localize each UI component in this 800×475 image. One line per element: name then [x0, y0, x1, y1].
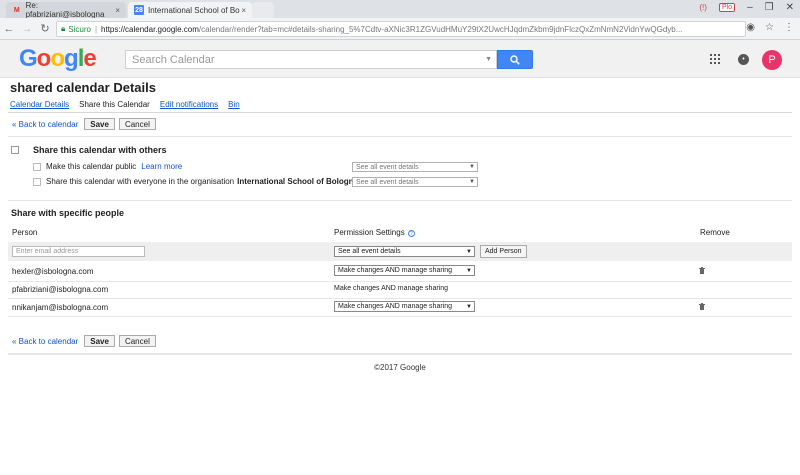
- reload-icon[interactable]: ↻: [36, 22, 54, 35]
- browser-tab-gmail[interactable]: M Re: pfabriziani@isbologna ×: [6, 1, 126, 19]
- apps-grid-icon[interactable]: [710, 54, 720, 64]
- permission-select[interactable]: Make changes AND manage sharing ▼: [334, 265, 475, 276]
- org-share-label: Share this calendar with everyone in the…: [46, 177, 235, 186]
- browser-tab-calendar[interactable]: 28 International School of Bo ×: [128, 2, 252, 18]
- org-share-row: Share this calendar with everyone in the…: [33, 177, 358, 186]
- secure-label: Sicuro: [68, 24, 91, 34]
- forward-arrow-icon[interactable]: →: [18, 23, 36, 35]
- trash-icon[interactable]: [699, 303, 705, 310]
- share-others-row: Share this calendar with others: [11, 145, 167, 155]
- divider: [8, 200, 792, 201]
- divider: [8, 136, 792, 137]
- cancel-button[interactable]: Cancel: [118, 335, 156, 347]
- back-arrow-icon[interactable]: ←: [0, 23, 18, 35]
- window-controls: (!) Plo – ❐ ✕: [699, 2, 794, 13]
- address-toolbar: ← → ↻ 🔒︎ Sicuro | https://calendar.googl…: [0, 18, 800, 40]
- org-share-checkbox[interactable]: [33, 177, 41, 186]
- back-to-calendar-link[interactable]: « Back to calendar: [12, 337, 78, 346]
- col-permission: Permission Settings?: [334, 228, 415, 237]
- divider: [8, 353, 792, 355]
- table-row-email: hexler@isbologna.com: [12, 267, 94, 276]
- toolbar-icons: ◉ ☆ ⋮: [746, 22, 794, 33]
- browser-tab-bar: M Re: pfabriziani@isbologna × 28 Interna…: [0, 0, 800, 19]
- url-separator: |: [94, 24, 98, 34]
- email-field[interactable]: Enter email address: [12, 246, 145, 257]
- lock-icon: 🔒︎: [61, 24, 66, 33]
- table-row-email: nnikanjam@isbologna.com: [12, 303, 109, 312]
- tab-calendar-details[interactable]: Calendar Details: [10, 100, 69, 109]
- row-divider: [8, 298, 792, 299]
- specific-heading: Share with specific people: [11, 208, 125, 218]
- search-button[interactable]: [497, 50, 533, 69]
- browser-tab-label: International School of Bo: [148, 5, 240, 15]
- url-host: https://calendar.google.com: [101, 24, 199, 34]
- org-name: International School of Bologna: [237, 177, 359, 186]
- row-divider: [8, 316, 792, 317]
- search-icon: [510, 54, 520, 65]
- google-logo[interactable]: Google: [19, 45, 97, 73]
- google-header: Google Search Calendar ▼: [0, 40, 800, 78]
- menu-dots-icon[interactable]: ⋮: [784, 22, 794, 33]
- tab-bin[interactable]: Bin: [228, 100, 240, 109]
- star-icon[interactable]: ☆: [765, 22, 774, 33]
- permission-text: Make changes AND manage sharing: [334, 285, 449, 292]
- tab-share-this-calendar[interactable]: Share this Calendar: [79, 100, 150, 109]
- trash-icon[interactable]: [699, 267, 705, 274]
- specific-heading-row: Share with specific people: [11, 208, 124, 218]
- page-title: shared calendar Details: [10, 80, 156, 95]
- avatar[interactable]: P: [762, 50, 782, 70]
- close-icon[interactable]: ×: [115, 6, 120, 15]
- close-icon[interactable]: ×: [241, 6, 246, 15]
- search-placeholder: Search Calendar: [132, 53, 215, 66]
- gmail-icon: M: [13, 6, 20, 14]
- add-person-button[interactable]: Add Person: [480, 245, 527, 258]
- new-tab-button[interactable]: [252, 2, 274, 18]
- share-others-heading: Share this calendar with others: [33, 145, 167, 155]
- chevron-down-icon: ▼: [469, 164, 475, 170]
- back-to-calendar-link[interactable]: « Back to calendar: [12, 120, 78, 129]
- search-input[interactable]: Search Calendar ▼: [125, 50, 497, 69]
- bottom-actions: « Back to calendar Save Cancel: [12, 335, 156, 347]
- url-path: /calendar/render?tab=mc#details-sharing_…: [198, 24, 683, 34]
- chevron-down-icon: ▼: [466, 248, 472, 255]
- row-divider: [8, 281, 792, 282]
- share-others-checkbox[interactable]: [11, 146, 19, 154]
- public-permission-select[interactable]: See all event details ▼: [352, 162, 478, 172]
- save-button[interactable]: Save: [84, 118, 115, 130]
- chevron-down-icon: ▼: [469, 179, 475, 185]
- notifications-bell-icon[interactable]: •: [738, 54, 749, 65]
- make-public-label: Make this calendar public: [46, 162, 137, 171]
- col-remove: Remove: [700, 228, 730, 237]
- top-actions: « Back to calendar Save Cancel: [12, 118, 156, 130]
- cancel-button[interactable]: Cancel: [118, 118, 156, 130]
- make-public-checkbox[interactable]: [33, 162, 41, 171]
- url-bar[interactable]: 🔒︎ Sicuro | https://calendar.google.com /…: [56, 21, 746, 37]
- table-row-email: pfabriziani@isbologna.com: [12, 285, 109, 294]
- save-button[interactable]: Save: [84, 335, 115, 347]
- chevron-down-icon: ▼: [466, 267, 472, 274]
- details-tabs: Calendar Details Share this Calendar Edi…: [10, 100, 240, 109]
- make-public-row: Make this calendar public Learn more: [33, 162, 182, 171]
- eye-icon[interactable]: ◉: [746, 22, 755, 33]
- browser-tab-label: Re: pfabriziani@isbologna: [25, 1, 105, 19]
- maximize-icon[interactable]: ❐: [765, 2, 774, 13]
- help-icon[interactable]: ?: [407, 230, 415, 237]
- minimize-icon[interactable]: –: [747, 2, 753, 13]
- window-close-icon[interactable]: ✕: [786, 2, 794, 13]
- chevron-down-icon: ▼: [466, 303, 472, 310]
- tab-edit-notifications[interactable]: Edit notifications: [160, 100, 218, 109]
- col-person: Person: [12, 228, 38, 237]
- profile-badge-icon[interactable]: Plo: [718, 3, 736, 12]
- new-permission-select[interactable]: See all event details ▼: [334, 246, 475, 257]
- tabs-divider: [8, 112, 792, 113]
- search-options-chevron-icon[interactable]: ▼: [485, 56, 492, 63]
- extension-icon[interactable]: (!): [699, 3, 707, 12]
- calendar-icon: 28: [134, 5, 144, 15]
- footer-copyright: ©2017 Google: [374, 363, 426, 372]
- learn-more-link[interactable]: Learn more: [141, 162, 182, 171]
- permission-select[interactable]: Make changes AND manage sharing ▼: [334, 301, 475, 312]
- org-permission-select[interactable]: See all event details ▼: [352, 177, 478, 187]
